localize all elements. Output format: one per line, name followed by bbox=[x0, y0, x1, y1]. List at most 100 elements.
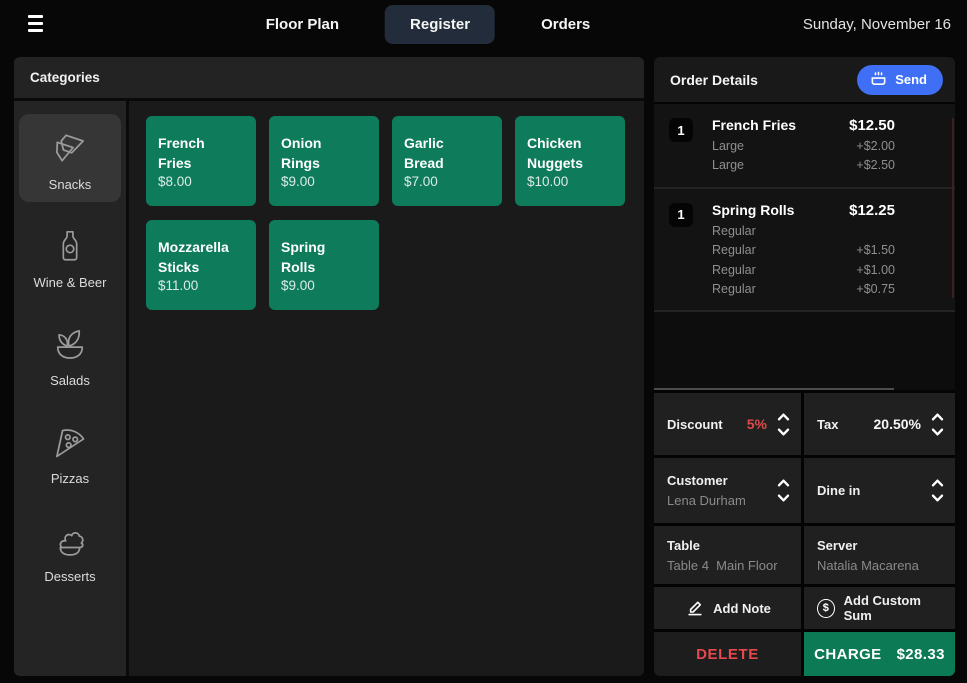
tax-value: 20.50% bbox=[874, 416, 921, 432]
pizza-slice-icon bbox=[48, 420, 92, 464]
add-note-button[interactable]: Add Note bbox=[654, 587, 801, 629]
product-tile[interactable]: Spring Rolls $9.00 bbox=[269, 220, 379, 310]
catalog-body: Snacks Wine & Beer Salads Pizzas Dessert… bbox=[14, 101, 644, 676]
order-items-list: 1 French Fries $12.50 Large+$2.00Large+$… bbox=[654, 104, 955, 390]
chevron-up-icon[interactable] bbox=[931, 479, 944, 487]
chevron-down-icon[interactable] bbox=[931, 494, 944, 502]
dollar-circle-icon: $ bbox=[817, 599, 835, 618]
discount-value: 5% bbox=[747, 416, 767, 432]
modifier-label: Regular bbox=[712, 261, 756, 280]
pot-icon bbox=[870, 70, 887, 90]
order-panel: Order Details Send 1 French Fries $12.50… bbox=[654, 57, 955, 676]
delete-button[interactable]: DELETE bbox=[654, 632, 801, 676]
categories-title: Categories bbox=[30, 70, 100, 85]
product-tile[interactable]: Mozzarella Sticks $11.00 bbox=[146, 220, 256, 310]
category-rail: Snacks Wine & Beer Salads Pizzas Dessert… bbox=[14, 101, 129, 676]
wine-bottle-icon bbox=[48, 224, 92, 268]
order-item-row[interactable]: 1 Spring Rolls $12.25 RegularRegular+$1.… bbox=[654, 189, 955, 313]
chevron-down-icon[interactable] bbox=[777, 428, 790, 436]
tax-control: Tax 20.50% bbox=[804, 393, 955, 455]
order-item-modifier: Regular +$0.75 bbox=[712, 280, 895, 299]
product-tile[interactable]: Onion Rings $9.00 bbox=[269, 116, 379, 206]
tax-stepper bbox=[931, 413, 944, 436]
top-bar: Floor Plan Register Orders Sunday, Novem… bbox=[0, 0, 967, 48]
chevron-up-icon[interactable] bbox=[931, 413, 944, 421]
customer-stepper bbox=[777, 479, 790, 502]
modifier-price: +$2.50 bbox=[856, 156, 895, 175]
customer-selector[interactable]: Customer Lena Durham bbox=[654, 458, 801, 523]
catalog-panel: Categories Snacks Wine & Beer Salads Piz… bbox=[14, 57, 644, 676]
modifier-price: +$0.75 bbox=[856, 280, 895, 299]
add-custom-sum-button[interactable]: $ Add Custom Sum bbox=[804, 587, 955, 629]
order-item-row[interactable]: 1 French Fries $12.50 Large+$2.00Large+$… bbox=[654, 104, 955, 189]
order-details-header: Order Details Send bbox=[654, 57, 955, 104]
hamburger-bar bbox=[28, 29, 43, 32]
dine-in-selector[interactable]: Dine in bbox=[804, 458, 955, 523]
charge-button[interactable]: CHARGE $28.33 bbox=[804, 632, 955, 676]
modifier-price: +$1.00 bbox=[856, 261, 895, 280]
modifier-label: Large bbox=[712, 156, 744, 175]
table-label: Table bbox=[667, 538, 778, 553]
chevron-up-icon[interactable] bbox=[777, 413, 790, 421]
modifier-label: Regular bbox=[712, 241, 756, 260]
dessert-cup-icon bbox=[48, 518, 92, 562]
product-name: Onion Rings bbox=[281, 133, 321, 174]
order-item-modifier: Regular +$1.50 bbox=[712, 241, 895, 260]
sidebar-item-desserts[interactable]: Desserts bbox=[19, 506, 121, 594]
charge-button-label: CHARGE bbox=[814, 646, 881, 663]
product-tile[interactable]: French Fries $8.00 bbox=[146, 116, 256, 206]
sidebar-item-pizzas[interactable]: Pizzas bbox=[19, 408, 121, 496]
hamburger-menu-icon[interactable] bbox=[28, 15, 44, 32]
modifier-label: Regular bbox=[712, 222, 756, 241]
server-selector[interactable]: Server Natalia Macarena bbox=[804, 526, 955, 584]
tab-register[interactable]: Register bbox=[385, 5, 495, 44]
sidebar-item-snacks[interactable]: Snacks bbox=[19, 114, 121, 202]
tab-orders[interactable]: Orders bbox=[529, 6, 602, 43]
order-item-name: French Fries bbox=[712, 117, 796, 133]
nachos-icon bbox=[48, 126, 92, 170]
product-tile[interactable]: Garlic Bread $7.00 bbox=[392, 116, 502, 206]
dine-in-label: Dine in bbox=[817, 483, 860, 498]
order-item-price: $12.25 bbox=[849, 202, 895, 219]
salad-bowl-icon bbox=[48, 322, 92, 366]
order-controls: Discount 5% Tax 20.50% Customer Lena Dur… bbox=[654, 390, 955, 676]
product-price: $11.00 bbox=[158, 278, 198, 293]
sidebar-item-wine-beer[interactable]: Wine & Beer bbox=[19, 212, 121, 300]
product-name: Garlic Bread bbox=[404, 133, 444, 174]
dine-in-stepper bbox=[931, 479, 944, 502]
categories-header: Categories bbox=[14, 57, 644, 101]
send-button-label: Send bbox=[895, 72, 927, 87]
product-price: $9.00 bbox=[281, 174, 315, 189]
product-price: $7.00 bbox=[404, 174, 438, 189]
pencil-icon bbox=[686, 599, 704, 617]
modifier-label: Regular bbox=[712, 280, 756, 299]
modifier-price: +$1.50 bbox=[856, 241, 895, 260]
server-value: Natalia Macarena bbox=[817, 558, 919, 573]
tax-label: Tax bbox=[817, 417, 838, 432]
send-button[interactable]: Send bbox=[857, 65, 943, 95]
add-custom-sum-label: Add Custom Sum bbox=[844, 593, 944, 623]
product-grid: French Fries $8.00 Onion Rings $9.00 Gar… bbox=[129, 101, 644, 676]
date-label: Sunday, November 16 bbox=[803, 0, 951, 48]
order-item-modifier: Regular +$1.00 bbox=[712, 261, 895, 280]
order-item-price: $12.50 bbox=[849, 117, 895, 134]
discount-label: Discount bbox=[667, 417, 723, 432]
discount-stepper bbox=[777, 413, 790, 436]
product-price: $9.00 bbox=[281, 278, 315, 293]
order-item-modifier: Regular bbox=[712, 222, 895, 241]
tab-floor-plan[interactable]: Floor Plan bbox=[254, 6, 351, 43]
horizontal-scrollbar[interactable] bbox=[654, 388, 894, 390]
vertical-scrollbar[interactable] bbox=[952, 118, 954, 298]
table-selector[interactable]: Table Table 4 Main Floor bbox=[654, 526, 801, 584]
table-value: Table 4 Main Floor bbox=[667, 558, 778, 573]
quantity-badge: 1 bbox=[669, 118, 693, 142]
chevron-down-icon[interactable] bbox=[931, 428, 944, 436]
product-name: Chicken Nuggets bbox=[527, 133, 583, 174]
chevron-down-icon[interactable] bbox=[777, 494, 790, 502]
product-tile[interactable]: Chicken Nuggets $10.00 bbox=[515, 116, 625, 206]
add-note-label: Add Note bbox=[713, 601, 771, 616]
server-label: Server bbox=[817, 538, 919, 553]
sidebar-item-salads[interactable]: Salads bbox=[19, 310, 121, 398]
main-tabs: Floor Plan Register Orders bbox=[254, 0, 603, 48]
chevron-up-icon[interactable] bbox=[777, 479, 790, 487]
